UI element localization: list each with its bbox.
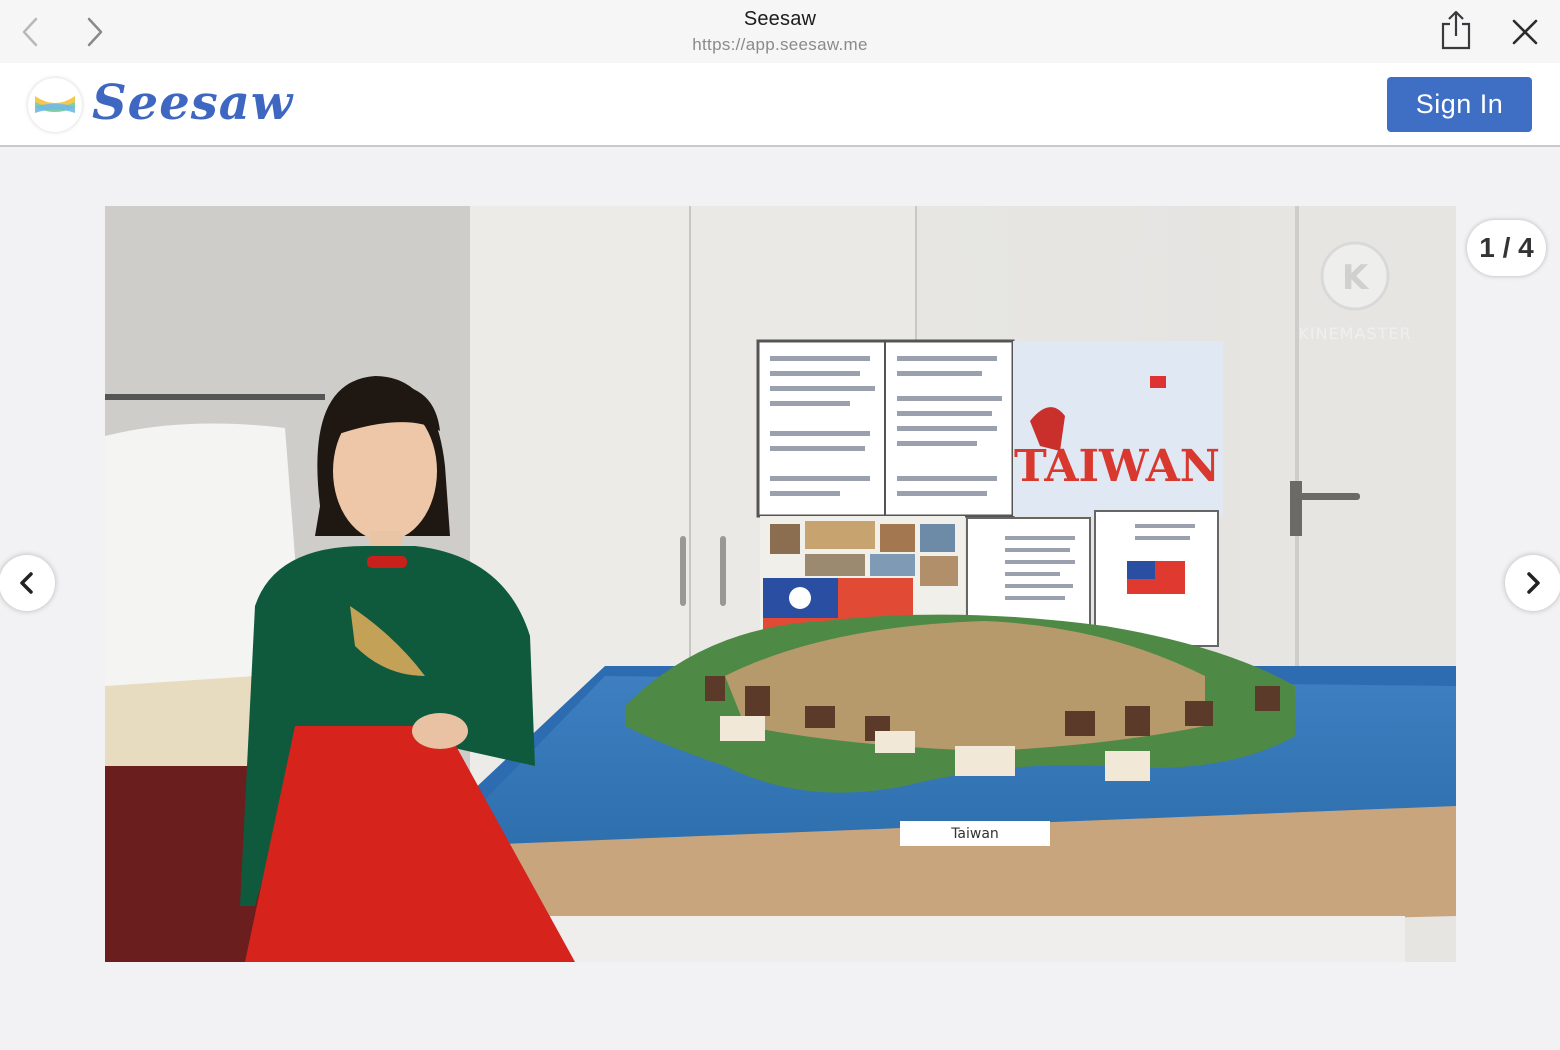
seesaw-logo-icon[interactable] — [28, 78, 82, 132]
chevron-left-icon — [20, 572, 33, 594]
share-icon — [1441, 10, 1471, 50]
watermark-text: KINEMASTER — [1298, 324, 1411, 343]
share-button[interactable] — [1434, 8, 1478, 52]
close-button[interactable] — [1503, 12, 1547, 52]
poster-title: TAIWAN — [1014, 441, 1220, 492]
seesaw-bowtie-icon — [35, 96, 75, 113]
next-media-button[interactable] — [1505, 555, 1560, 611]
sign-in-button[interactable]: Sign In — [1387, 77, 1532, 132]
app-header: Seesaw Sign In — [0, 63, 1560, 147]
map-label: Taiwan — [950, 826, 999, 842]
chevron-right-icon — [1527, 572, 1540, 594]
browser-toolbar: Seesaw https://app.seesaw.me — [0, 0, 1560, 63]
url-label[interactable]: https://app.seesaw.me — [0, 35, 1560, 55]
seesaw-wordmark[interactable]: Seesaw — [92, 73, 293, 133]
page-title: Seesaw — [743, 8, 817, 30]
video-frame-image: TAIWAN Taiwan K KINEMASTER — [105, 206, 1456, 962]
post-media[interactable]: TAIWAN Taiwan K KINEMASTER — [105, 206, 1456, 962]
svg-text:K: K — [1342, 258, 1370, 298]
previous-media-button[interactable] — [0, 555, 55, 611]
media-page-counter: 1 / 4 — [1467, 220, 1546, 276]
close-icon — [1512, 19, 1538, 45]
